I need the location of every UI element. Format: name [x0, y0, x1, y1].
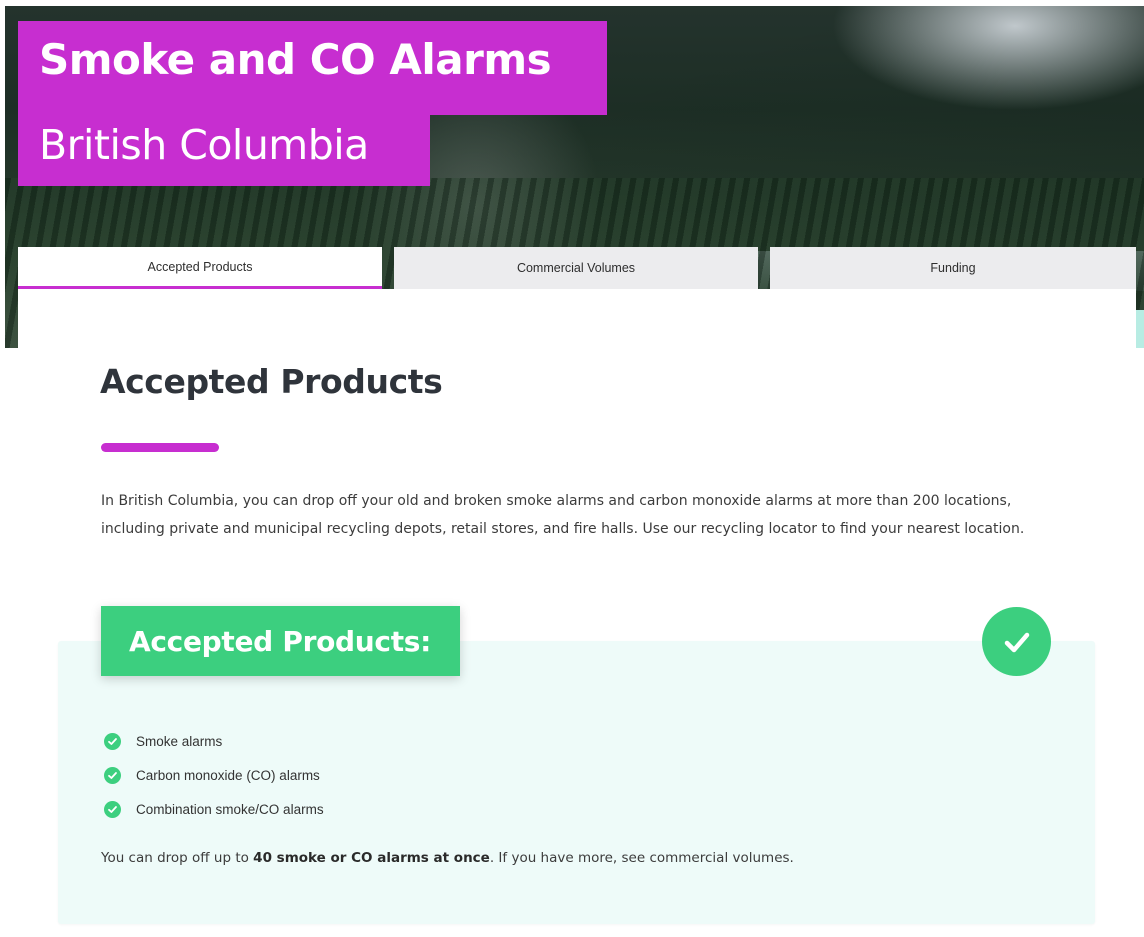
- tab-label: Commercial Volumes: [516, 261, 636, 275]
- page-title-line1: Smoke and CO Alarms: [18, 21, 607, 115]
- list-item-label: Carbon monoxide (CO) alarms: [136, 767, 320, 783]
- tab-label: Funding: [930, 261, 976, 275]
- list-item-label: Combination smoke/CO alarms: [136, 801, 324, 817]
- list-item: Smoke alarms: [104, 724, 324, 758]
- list-item-label: Smoke alarms: [136, 733, 223, 749]
- heading-underline: [101, 443, 219, 452]
- intro-paragraph: In British Columbia, you can drop off yo…: [101, 493, 1025, 537]
- accepted-products-label: Accepted Products:: [101, 606, 460, 676]
- tab-bar: Accepted Products Commercial Volumes Fun…: [18, 247, 1136, 289]
- list-item: Carbon monoxide (CO) alarms: [104, 758, 324, 792]
- hero-accent-strip: [1135, 310, 1144, 348]
- note-text-start: You can drop off up to: [101, 850, 254, 866]
- note-text-end: . If you have more, see commercial volum…: [489, 850, 794, 866]
- check-circle-icon: [104, 732, 121, 750]
- tab-commercial-volumes[interactable]: Commercial Volumes: [394, 247, 758, 289]
- tab-accepted-products[interactable]: Accepted Products: [18, 247, 382, 289]
- section-heading: Accepted Products: [100, 362, 443, 401]
- tab-label: Accepted Products: [147, 259, 253, 274]
- drop-off-limit-note: You can drop off up to 40 smoke or CO al…: [101, 847, 794, 869]
- accepted-items-list: Smoke alarms Carbon monoxide (CO) alarms…: [104, 724, 324, 826]
- note-limit-emphasis: 40 smoke or CO alarms at once: [253, 850, 490, 866]
- list-item: Combination smoke/CO alarms: [104, 792, 324, 826]
- checkmark-icon: [982, 607, 1051, 676]
- tab-funding[interactable]: Funding: [770, 247, 1136, 289]
- check-circle-icon: [104, 766, 121, 784]
- check-circle-icon: [104, 800, 121, 818]
- page-title-line2: British Columbia: [18, 115, 430, 186]
